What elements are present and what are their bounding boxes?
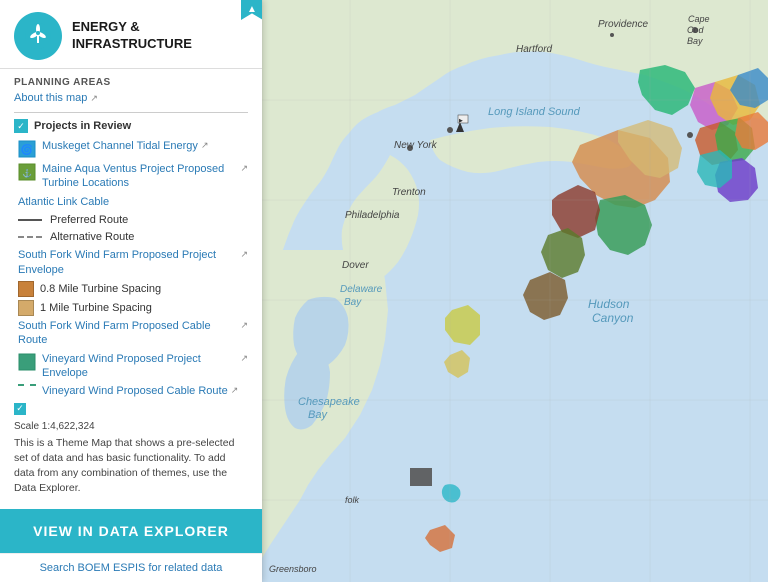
- muskeget-icon: 🌀: [18, 140, 36, 158]
- collapse-button[interactable]: ▲: [241, 0, 262, 20]
- south-fork-envelope-link[interactable]: South Fork Wind Farm Proposed Project En…: [18, 248, 248, 277]
- svg-text:Bay: Bay: [344, 297, 362, 308]
- preferred-route-label: Preferred Route: [50, 213, 128, 227]
- preferred-route-line: [18, 219, 42, 221]
- alt-route-item: Alternative Route: [14, 230, 248, 244]
- preferred-route-item: Preferred Route: [14, 213, 248, 227]
- vineyard-envelope-link[interactable]: Vineyard Wind Proposed Project Envelope …: [42, 352, 248, 381]
- south-fork-envelope-item: South Fork Wind Farm Proposed Project En…: [14, 248, 248, 277]
- south-fork-cable-item: South Fork Wind Farm Proposed Cable Rout…: [14, 319, 248, 348]
- alt-route-line: [18, 236, 42, 238]
- spacing-1-label: 1 Mile Turbine Spacing: [40, 301, 152, 315]
- svg-text:Delaware: Delaware: [340, 284, 383, 295]
- search-boem-link[interactable]: Search BOEM ESPIS for related data: [0, 553, 262, 582]
- svg-text:Chesapeake: Chesapeake: [298, 396, 360, 408]
- sidebar-header: ENERGY & INFRASTRUCTURE ▲: [0, 0, 262, 69]
- vineyard-envelope-item: Vineyard Wind Proposed Project Envelope …: [14, 352, 248, 381]
- svg-text:Hartford: Hartford: [516, 44, 553, 55]
- muskeget-link[interactable]: Muskeget Channel Tidal Energy ↗: [42, 139, 248, 153]
- spacing-08-swatch: [18, 281, 34, 297]
- ext-icon: ↗: [90, 93, 98, 104]
- spacing-1-item: 1 Mile Turbine Spacing: [14, 300, 248, 316]
- spacing-08-label: 0.8 Mile Turbine Spacing: [40, 282, 161, 296]
- svg-text:Bay: Bay: [687, 36, 703, 46]
- maine-aqua-icon: ⚓: [18, 163, 36, 181]
- svg-text:Hudson: Hudson: [588, 297, 630, 311]
- svg-text:Cod: Cod: [687, 25, 705, 35]
- atlantic-link-link[interactable]: Atlantic Link Cable: [18, 195, 248, 209]
- extra-layer-checkbox[interactable]: [14, 403, 26, 415]
- group-checkbox[interactable]: [14, 119, 28, 133]
- info-text: This is a Theme Map that shows a pre-sel…: [14, 436, 248, 497]
- group-title: Projects in Review: [34, 120, 131, 132]
- scale-text: Scale 1:4,622,324: [14, 421, 248, 432]
- view-data-explorer-button[interactable]: VIEW IN DATA EXPLORER: [0, 509, 262, 553]
- vineyard-envelope-icon: [18, 353, 36, 371]
- alt-route-label: Alternative Route: [50, 230, 134, 244]
- about-link[interactable]: About this map ↗: [14, 92, 248, 104]
- svg-text:Philadelphia: Philadelphia: [345, 210, 400, 221]
- atlantic-link-item: Atlantic Link Cable: [14, 195, 248, 209]
- divider-1: [14, 112, 248, 113]
- south-fork-cable-link[interactable]: South Fork Wind Farm Proposed Cable Rout…: [18, 319, 248, 348]
- extra-layer-item: [14, 403, 248, 415]
- svg-text:Trenton: Trenton: [392, 187, 426, 198]
- sidebar-footer: VIEW IN DATA EXPLORER Search BOEM ESPIS …: [0, 509, 262, 582]
- vineyard-cable-link[interactable]: Vineyard Wind Proposed Cable Route ↗: [42, 384, 248, 398]
- svg-text:Bay: Bay: [308, 409, 328, 421]
- group-header: Projects in Review: [14, 119, 248, 133]
- svg-text:New York: New York: [394, 140, 438, 151]
- svg-text:▶: ▶: [459, 118, 463, 124]
- svg-text:Greensboro: Greensboro: [269, 564, 317, 574]
- muskeget-item: 🌀 Muskeget Channel Tidal Energy ↗: [14, 139, 248, 158]
- svg-text:Providence: Providence: [598, 19, 648, 30]
- svg-text:Cape: Cape: [688, 14, 710, 24]
- spacing-08-item: 0.8 Mile Turbine Spacing: [14, 281, 248, 297]
- svg-text:folk: folk: [345, 495, 360, 505]
- app-title: ENERGY & INFRASTRUCTURE: [72, 19, 192, 53]
- svg-text:Canyon: Canyon: [592, 311, 634, 325]
- svg-text:🌀: 🌀: [21, 143, 33, 156]
- spacing-1-swatch: [18, 300, 34, 316]
- logo: [14, 12, 62, 60]
- planning-areas-label: PLANNING AREAS: [14, 77, 248, 88]
- svg-text:Long Island Sound: Long Island Sound: [488, 106, 581, 118]
- maine-aqua-link[interactable]: Maine Aqua Ventus Project Proposed Turbi…: [42, 162, 248, 191]
- svg-text:⚓: ⚓: [22, 168, 32, 178]
- sidebar: ENERGY & INFRASTRUCTURE ▲ PLANNING AREAS…: [0, 0, 262, 582]
- maine-aqua-item: ⚓ Maine Aqua Ventus Project Proposed Tur…: [14, 162, 248, 191]
- vineyard-cable-item: Vineyard Wind Proposed Cable Route ↗: [14, 384, 248, 398]
- svg-text:Dover: Dover: [342, 260, 369, 271]
- sidebar-content: PLANNING AREAS About this map ↗ Projects…: [0, 69, 262, 509]
